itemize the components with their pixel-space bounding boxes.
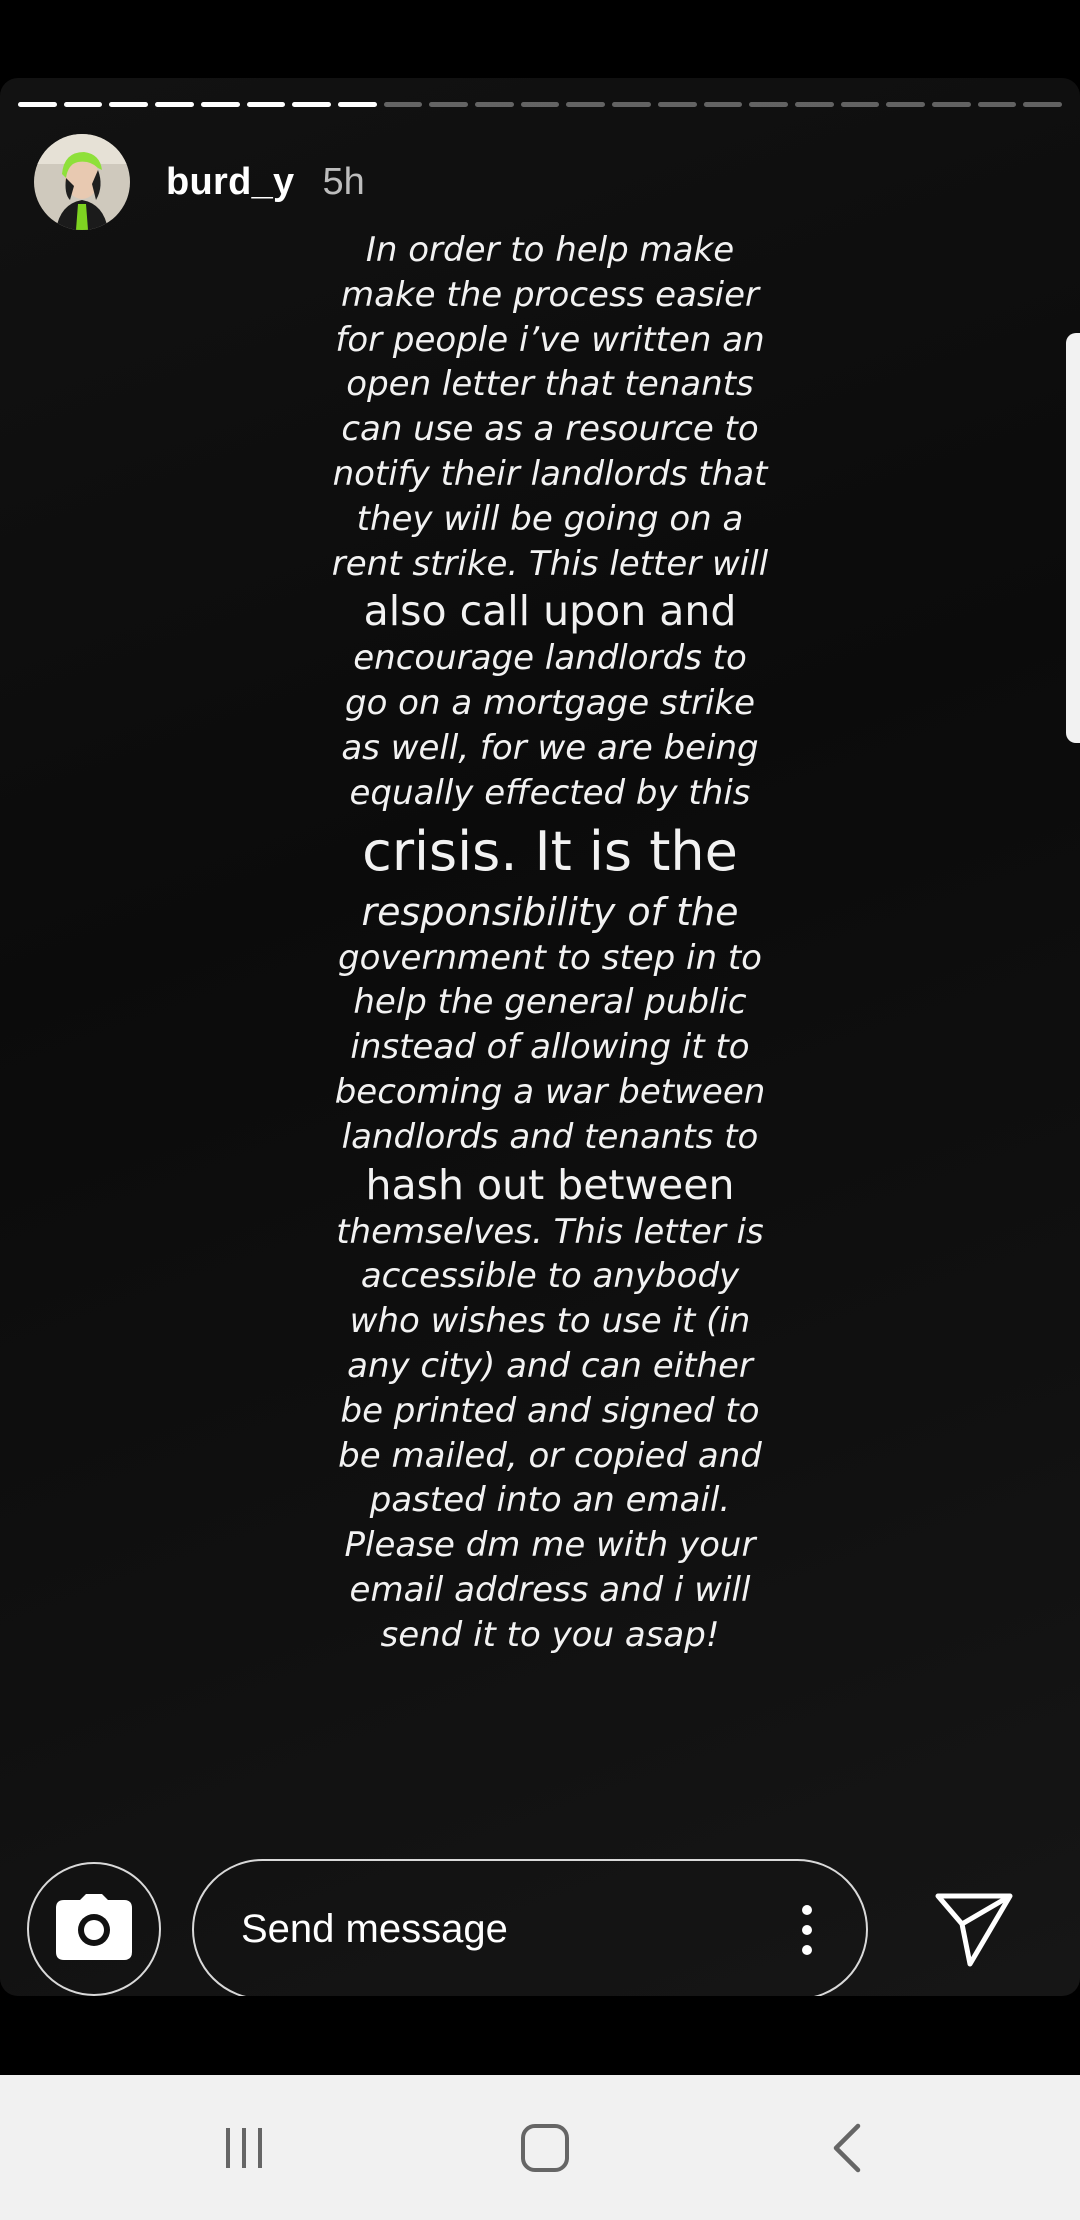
story-text-line: any city) and can either [347, 1345, 753, 1386]
progress-segment [155, 102, 194, 107]
progress-segment [840, 102, 880, 107]
system-navigation-bar [0, 2075, 1080, 2220]
story-text-line: be mailed, or copied and [338, 1435, 762, 1476]
story-text-line: send it to you asap! [380, 1614, 720, 1655]
progress-segment [292, 102, 331, 107]
story-header: burd_y 5h [34, 132, 365, 232]
recent-apps-button[interactable] [204, 2115, 284, 2185]
story-text-line: themselves. This letter is [336, 1211, 764, 1252]
story-text-line: hash out between [365, 1160, 735, 1209]
story-text-line: also call upon and [363, 587, 737, 636]
story-text-line: be printed and signed to [340, 1390, 760, 1431]
story-text-line: encourage landlords to [353, 638, 747, 679]
camera-button[interactable] [27, 1862, 161, 1996]
progress-segment [475, 102, 514, 107]
back-icon [828, 2122, 868, 2179]
story-timestamp: 5h [322, 160, 365, 203]
progress-segment [109, 102, 149, 107]
story-text-line: pasted into an email. [369, 1480, 731, 1521]
story-text-line: equally effected by this [349, 772, 751, 813]
username[interactable]: burd_y [166, 161, 295, 204]
instagram-story-screen: burd_y 5h In order to help make make the … [0, 0, 1080, 2220]
progress-segment [63, 102, 103, 107]
side-panel-handle[interactable] [1066, 333, 1080, 743]
progress-segment [383, 102, 423, 107]
story-text-line: can use as a resource to [341, 409, 759, 450]
story-progress-bar [18, 102, 1063, 108]
story-text-block: In order to help make make the process ea… [300, 228, 800, 1658]
more-dot [802, 1925, 812, 1935]
progress-segment [794, 102, 834, 107]
story-text-line: notify their landlords that [332, 453, 768, 494]
story-text-line: instead of allowing it to [350, 1027, 750, 1068]
recent-apps-icon [220, 2124, 268, 2177]
progress-segment [886, 102, 926, 107]
story-text-line: becoming a war between [334, 1071, 766, 1112]
story-text-line: rent strike. This letter will [331, 543, 769, 584]
progress-segment [566, 102, 606, 107]
reply-bar: Send message [0, 1830, 1080, 1996]
progress-segment [200, 102, 240, 107]
back-button[interactable] [808, 2115, 888, 2185]
more-dot [802, 1945, 812, 1955]
more-options-button[interactable] [800, 1905, 814, 1955]
home-icon [519, 2122, 571, 2179]
story-text-line: accessible to anybody [360, 1256, 740, 1297]
story-text-line: for people i’ve written an [335, 319, 765, 360]
status-bar [0, 0, 1080, 78]
story-text-line: landlords and tenants to [341, 1116, 759, 1157]
camera-icon [56, 1893, 132, 1965]
more-vertical-icon [802, 1905, 812, 1915]
story-text-line: they will be going on a [356, 498, 744, 539]
progress-segment [932, 102, 971, 107]
send-message-input[interactable]: Send message [192, 1859, 868, 1996]
progress-segment [977, 102, 1017, 107]
send-icon [932, 1893, 1016, 1976]
story-text-line: crisis. It is the [362, 819, 738, 883]
story-text-line: as well, for we are being [341, 727, 759, 768]
progress-segment [612, 102, 651, 107]
story-text-line: who wishes to use it (in [349, 1301, 751, 1342]
progress-segment [657, 102, 697, 107]
story-text-line: In order to help make [365, 230, 735, 270]
story-text-line: government to step in to [338, 937, 762, 978]
progress-segment [246, 102, 286, 107]
story-text-line: go on a mortgage strike [344, 683, 756, 724]
story-viewer[interactable]: burd_y 5h In order to help make make the … [0, 78, 1080, 1996]
story-text-line: open letter that tenants [346, 364, 754, 405]
story-text-line: email address and i will [349, 1569, 751, 1610]
avatar[interactable] [34, 134, 130, 230]
home-button[interactable] [505, 2115, 585, 2185]
progress-segment [703, 102, 743, 107]
story-text-line: Please dm me with your [344, 1525, 756, 1566]
progress-segment [1023, 102, 1063, 107]
story-text-line: make the process easier [341, 274, 759, 315]
send-message-placeholder: Send message [241, 1907, 508, 1951]
progress-segment [749, 102, 788, 107]
progress-segment [429, 102, 469, 107]
story-text-line: responsibility of the [361, 889, 739, 934]
send-button[interactable] [932, 1888, 1016, 1972]
progress-segment [18, 102, 57, 107]
progress-segment [337, 102, 377, 107]
story-text-line: help the general public [353, 982, 747, 1023]
progress-segment [520, 102, 560, 107]
